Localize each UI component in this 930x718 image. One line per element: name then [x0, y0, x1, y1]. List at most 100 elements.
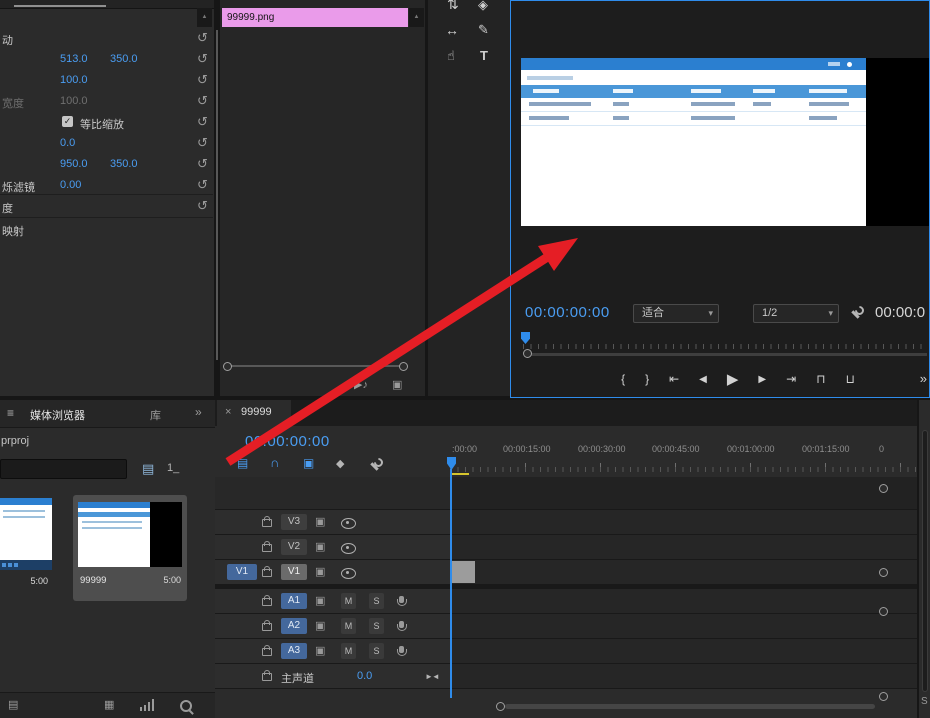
media-item-selected[interactable]: 99999 5:00 [73, 495, 187, 601]
sync-lock-icon[interactable]: ▣ [315, 619, 325, 632]
source-patch-v1[interactable]: V1 [227, 564, 257, 580]
zoom-slider-icon[interactable] [140, 699, 156, 711]
scroll-handle[interactable] [879, 692, 888, 701]
master-volume-value[interactable]: 0.0 [357, 670, 372, 682]
sync-lock-icon[interactable]: ▣ [315, 565, 325, 578]
lock-icon[interactable] [262, 598, 272, 606]
lock-icon[interactable] [262, 519, 272, 527]
lock-icon[interactable] [262, 648, 272, 656]
play-icon[interactable]: ▶ [727, 370, 739, 388]
slip-tool-icon[interactable]: ↔ [445, 22, 459, 38]
zoom-level-select[interactable]: 适合 ▾ [633, 304, 719, 323]
track-content-a1[interactable] [450, 589, 917, 613]
step-forward-icon[interactable]: ▶ [758, 374, 766, 385]
reset-icon[interactable]: ↺ [197, 177, 208, 193]
playhead-marker[interactable] [521, 332, 530, 344]
mute-button[interactable]: M [341, 618, 356, 634]
settings-wrench-icon[interactable] [849, 307, 861, 319]
timeline-ruler[interactable]: :00:00 00:00:15:00 00:00:30:00 00:00:45:… [450, 443, 917, 473]
close-icon[interactable]: × [225, 406, 231, 418]
pan-icon[interactable]: ►◄ [425, 672, 439, 681]
list-view-icon[interactable]: ▤ [8, 698, 18, 711]
ec-scrollbar[interactable] [216, 30, 218, 360]
linked-selection-icon[interactable]: ▣ [303, 456, 314, 470]
lock-icon[interactable] [262, 623, 272, 631]
pen-tool-icon[interactable]: ✎ [478, 22, 489, 38]
track-select-tool-icon[interactable]: ⇅ [447, 0, 459, 13]
uniform-scale-checkbox[interactable]: ✓ [62, 116, 73, 127]
scrollbar-up-button[interactable]: ▲ [409, 8, 424, 27]
extract-icon[interactable]: ⊔ [846, 372, 855, 386]
overflow-tabs-icon[interactable]: » [195, 405, 202, 419]
track-content-v3[interactable] [450, 510, 917, 534]
horizontal-scrollbar[interactable] [228, 365, 400, 367]
track-badge-v2[interactable]: V2 [281, 539, 307, 555]
lock-icon[interactable] [262, 569, 272, 577]
go-to-in-icon[interactable]: ⇤ [669, 372, 679, 386]
timeline-settings-icon[interactable] [368, 459, 380, 471]
anchor-x-value[interactable]: 950.0 [60, 158, 88, 170]
scroll-handle[interactable] [879, 568, 888, 577]
track-badge-v1[interactable]: V1 [281, 564, 307, 580]
track-badge-a2[interactable]: A2 [281, 618, 307, 634]
sync-lock-icon[interactable]: ▣ [315, 644, 325, 657]
scroll-handle[interactable] [223, 362, 232, 371]
program-timecode[interactable]: 00:00:00:00 [525, 304, 610, 321]
scroll-handle[interactable] [879, 484, 888, 493]
sync-lock-icon[interactable]: ▣ [315, 594, 325, 607]
scrollbar-up-button[interactable]: ▲ [197, 8, 212, 27]
playback-resolution-select[interactable]: 1/2 ▾ [753, 304, 839, 323]
mark-out-icon[interactable]: } [645, 372, 649, 386]
reset-icon[interactable]: ↺ [197, 72, 208, 88]
grid-view-icon[interactable]: ▦ [104, 698, 114, 711]
mute-button[interactable]: M [341, 643, 356, 659]
monitor-time-ruler[interactable] [523, 344, 927, 349]
lift-icon[interactable]: ⊓ [816, 372, 825, 386]
media-thumbnail-icon[interactable]: ▤ [142, 461, 154, 477]
search-input[interactable] [0, 459, 127, 479]
scale-value[interactable]: 100.0 [60, 74, 88, 86]
rolling-edit-tool-icon[interactable]: ◈ [478, 0, 488, 13]
reset-icon[interactable]: ↺ [197, 30, 208, 46]
tab-libraries[interactable]: 库 [150, 407, 161, 423]
panel-menu-icon[interactable]: ≡ [7, 406, 14, 420]
track-badge-a1[interactable]: A1 [281, 593, 307, 609]
reset-icon[interactable]: ↺ [197, 156, 208, 172]
monitor-scrollbar[interactable] [527, 353, 927, 356]
add-marker-icon[interactable]: ◆ [336, 457, 344, 470]
voiceover-mic-icon[interactable] [399, 646, 404, 653]
sync-lock-icon[interactable]: ▣ [315, 515, 325, 528]
position-y-value[interactable]: 350.0 [110, 53, 138, 65]
reset-icon[interactable]: ↺ [197, 114, 208, 130]
toggle-effects-icon[interactable]: ▣ [392, 378, 402, 391]
more-controls-icon[interactable]: » [920, 371, 927, 386]
hand-tool-icon[interactable]: ☝ [447, 48, 455, 64]
voiceover-mic-icon[interactable] [399, 596, 404, 603]
solo-button[interactable]: S [369, 618, 384, 634]
reset-icon[interactable]: ↺ [197, 135, 208, 151]
timeline-timecode[interactable]: 00:00:00:00 [245, 433, 330, 450]
track-badge-v3[interactable]: V3 [281, 514, 307, 530]
tab-media-browser[interactable]: 媒体浏览器 [30, 407, 85, 423]
scroll-handle[interactable] [399, 362, 408, 371]
scroll-handle[interactable] [496, 702, 505, 711]
playhead-line[interactable] [450, 469, 452, 698]
track-content-v1[interactable] [450, 560, 917, 584]
reset-icon[interactable]: ↺ [197, 198, 208, 214]
lock-icon[interactable] [262, 673, 272, 681]
media-item[interactable]: 5:00 [0, 498, 52, 594]
horizontal-scrollbar[interactable] [505, 704, 875, 709]
antiflicker-value[interactable]: 0.00 [60, 179, 81, 191]
reset-icon[interactable]: ↺ [197, 93, 208, 109]
rotation-value[interactable]: 0.0 [60, 137, 75, 149]
nest-sequence-icon[interactable]: ▤ [237, 456, 248, 470]
play-audio-icon[interactable]: ▶♪ [354, 378, 368, 391]
anchor-y-value[interactable]: 350.0 [110, 158, 138, 170]
track-output-eye-icon[interactable] [341, 518, 356, 529]
position-x-value[interactable]: 513.0 [60, 53, 88, 65]
track-output-eye-icon[interactable] [341, 543, 356, 554]
track-content-master[interactable] [450, 664, 917, 688]
solo-button[interactable]: S [369, 593, 384, 609]
reset-icon[interactable]: ↺ [197, 51, 208, 67]
track-content-a3[interactable] [450, 639, 917, 663]
